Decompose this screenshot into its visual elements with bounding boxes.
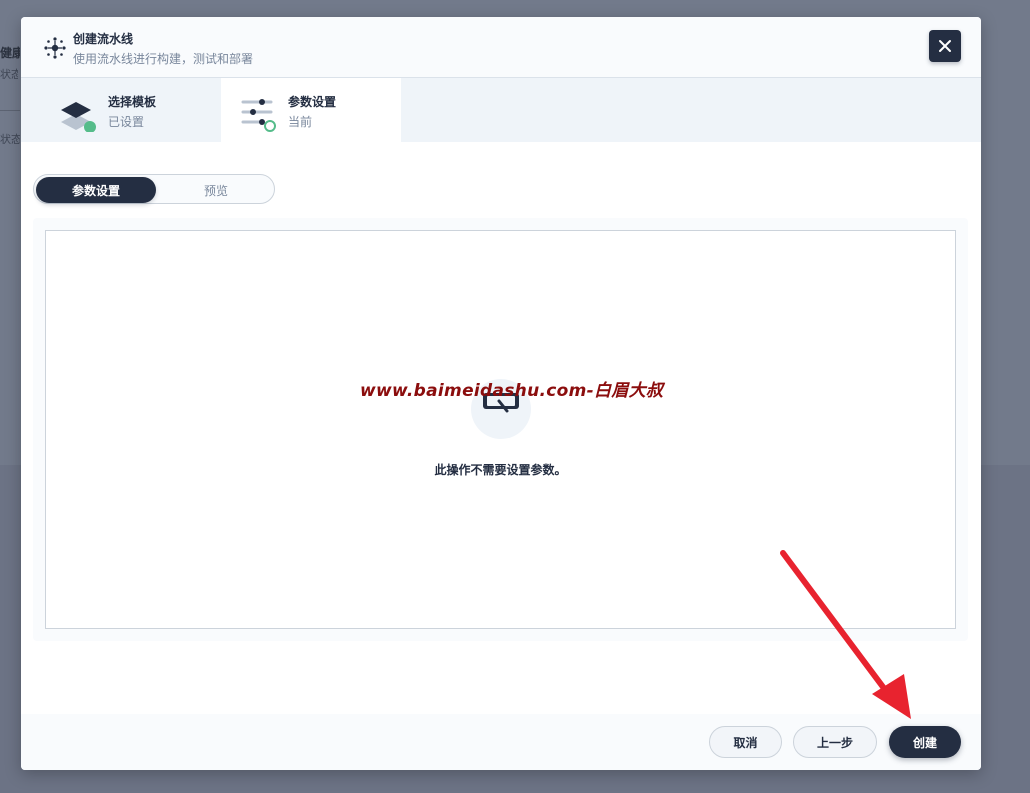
tab-switcher: 参数设置 预览 [33,174,275,204]
wizard-steps: 选择模板 已设置 参数设置 当前 [21,78,981,142]
background-heading-fragment: 健康 [0,46,20,60]
close-icon [939,40,951,52]
watermark-text: www.baimeidashu.com-白眉大叔 [360,381,664,401]
step-select-template[interactable]: 选择模板 已设置 [21,78,221,142]
modal-header: 创建流水线 使用流水线进行构建，测试和部署 [21,17,981,78]
create-button[interactable]: 创建 [889,726,961,758]
modal-footer: 取消 上一步 创建 [21,714,981,770]
empty-state-message: 此操作不需要设置参数。 [434,463,567,477]
step-status: 已设置 [108,115,145,129]
cancel-button[interactable]: 取消 [709,726,782,758]
tab-preview[interactable]: 预览 [156,177,276,203]
tab-parameter-settings[interactable]: 参数设置 [36,177,156,203]
template-layers-icon [61,102,96,132]
close-button[interactable] [929,30,961,62]
background-label-fragment: 状态 [0,68,18,81]
create-pipeline-modal: 创建流水线 使用流水线进行构建，测试和部署 选择模板 已设置 参数设置 当前 参… [21,17,981,770]
step-title: 选择模板 [108,95,157,109]
modal-title: 创建流水线 [73,32,134,46]
step-status: 当前 [288,115,313,129]
sliders-icon [241,99,276,132]
pipeline-icon [44,37,66,59]
content-panel: www.baimeidashu.com-白眉大叔 此操作不需要设置参数。 [33,218,968,641]
background-column-fragment: 状态 [0,133,20,146]
step-title: 参数设置 [288,95,337,109]
step-parameter-settings[interactable]: 参数设置 当前 [221,78,401,142]
modal-subtitle: 使用流水线进行构建，测试和部署 [73,52,254,66]
previous-step-button[interactable]: 上一步 [793,726,877,758]
parameters-box: www.baimeidashu.com-白眉大叔 此操作不需要设置参数。 [45,230,956,629]
background-divider [0,110,20,111]
